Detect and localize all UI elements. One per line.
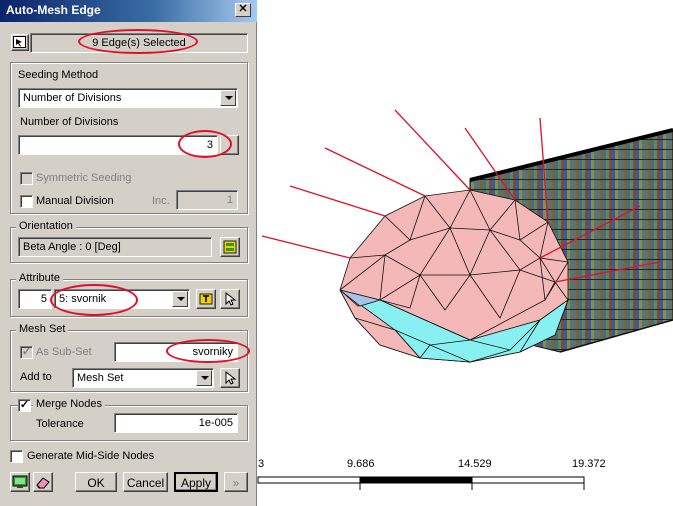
auto-mesh-edge-dialog: Auto-Mesh Edge ✕ 9 Edge(s) Selected Seed… [0,0,257,506]
seeding-method-select[interactable]: Number of Divisions [18,88,238,108]
selection-arrow-button[interactable] [11,34,29,51]
divisions-spin-button[interactable] [220,135,239,155]
eraser-button[interactable] [33,472,53,492]
preview-button[interactable] [10,472,30,492]
close-icon: ✕ [238,3,248,15]
select-arrow-icon [13,36,26,48]
dialog-title: Auto-Mesh Edge [6,3,101,17]
mesh-set-group-label: Mesh Set [16,323,69,335]
eraser-icon [36,477,50,489]
scale-tick-label: 19.372 [572,458,606,470]
attribute-edit-button[interactable] [196,289,216,309]
mid-side-nodes-label: Generate Mid-Side Nodes [27,450,155,462]
close-button[interactable]: ✕ [235,3,251,17]
divisions-label: Number of Divisions [20,116,119,128]
as-sub-set-checkbox[interactable]: ✓ [20,346,33,359]
add-to-label: Add to [20,371,52,383]
more-button[interactable]: » [224,472,248,492]
add-to-value: Mesh Set [77,372,124,384]
orientation-button[interactable] [220,237,240,257]
orientation-grid-icon [223,240,237,254]
manual-division-label: Manual Division [36,195,114,207]
merge-nodes-checkbox[interactable]: ✓ [18,399,31,412]
attribute-id-input[interactable]: 5 [18,289,52,309]
symmetric-seeding-label: Symmetric Seeding [36,172,132,184]
chevron-down-icon[interactable] [196,370,212,386]
attribute-icon [199,293,213,305]
divisions-input[interactable]: 3 [18,135,218,155]
attribute-select[interactable]: 5: svornik [54,289,190,309]
cancel-button[interactable]: Cancel [123,472,168,492]
attribute-value: 5: svornik [59,293,107,305]
inc-input[interactable]: 1 [176,190,238,210]
chevron-down-icon[interactable] [172,291,188,307]
orientation-value: Beta Angle : 0 [Deg] [18,237,212,257]
pointer-icon [225,291,237,306]
seeding-method-value: Number of Divisions [23,92,122,104]
selection-status: 9 Edge(s) Selected [30,33,248,53]
attribute-pick-button[interactable] [220,289,240,309]
attribute-group-label: Attribute [16,272,63,284]
add-to-select[interactable]: Mesh Set [72,368,214,388]
sub-set-name-input[interactable]: svorniky [114,342,238,362]
pointer-icon [225,370,237,385]
tolerance-label: Tolerance [36,418,84,430]
orientation-group-label: Orientation [16,220,76,232]
mesh-end-face [339,189,569,363]
apply-button[interactable]: Apply [174,472,218,492]
symmetric-seeding-checkbox[interactable] [20,172,33,185]
scale-tick-label: 14.529 [458,458,492,470]
add-to-pick-button[interactable] [220,368,240,388]
ok-button[interactable]: OK [75,472,117,492]
chevron-down-icon[interactable] [220,90,236,106]
merge-nodes-label: Merge Nodes [33,398,106,410]
dialog-titlebar[interactable]: Auto-Mesh Edge ✕ [0,0,257,22]
tolerance-input[interactable]: 1e-005 [114,413,238,433]
scale-tick-label: 3 [258,458,265,470]
as-sub-set-label: As Sub-Set [36,346,92,358]
mid-side-nodes-checkbox[interactable] [10,450,23,463]
manual-division-checkbox[interactable] [20,195,33,208]
seeding-method-label: Seeding Method [18,69,99,81]
inc-label: Inc. [152,195,170,207]
scale-tick-label: 9.686 [347,458,375,470]
monitor-icon [12,475,28,488]
